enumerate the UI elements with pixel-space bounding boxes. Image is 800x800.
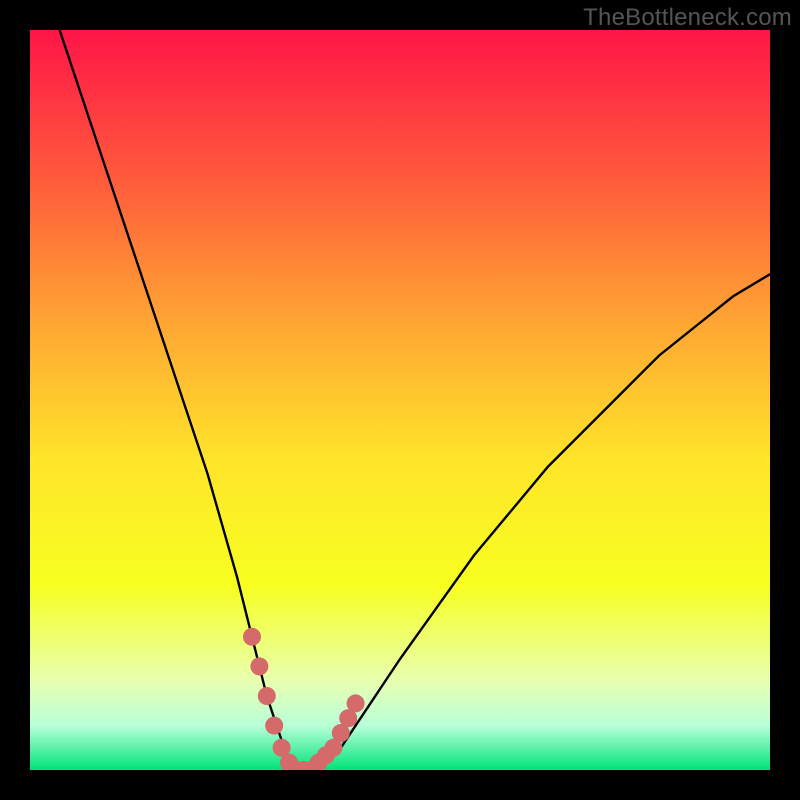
- bottleneck-plot: [30, 30, 770, 770]
- watermark-text: TheBottleneck.com: [583, 4, 792, 32]
- highlight-dot: [265, 717, 283, 735]
- highlight-dot: [243, 628, 261, 646]
- highlight-dot: [250, 657, 268, 675]
- highlight-dot: [347, 694, 365, 712]
- chart-frame: TheBottleneck.com: [0, 0, 800, 800]
- highlight-dot: [258, 687, 276, 705]
